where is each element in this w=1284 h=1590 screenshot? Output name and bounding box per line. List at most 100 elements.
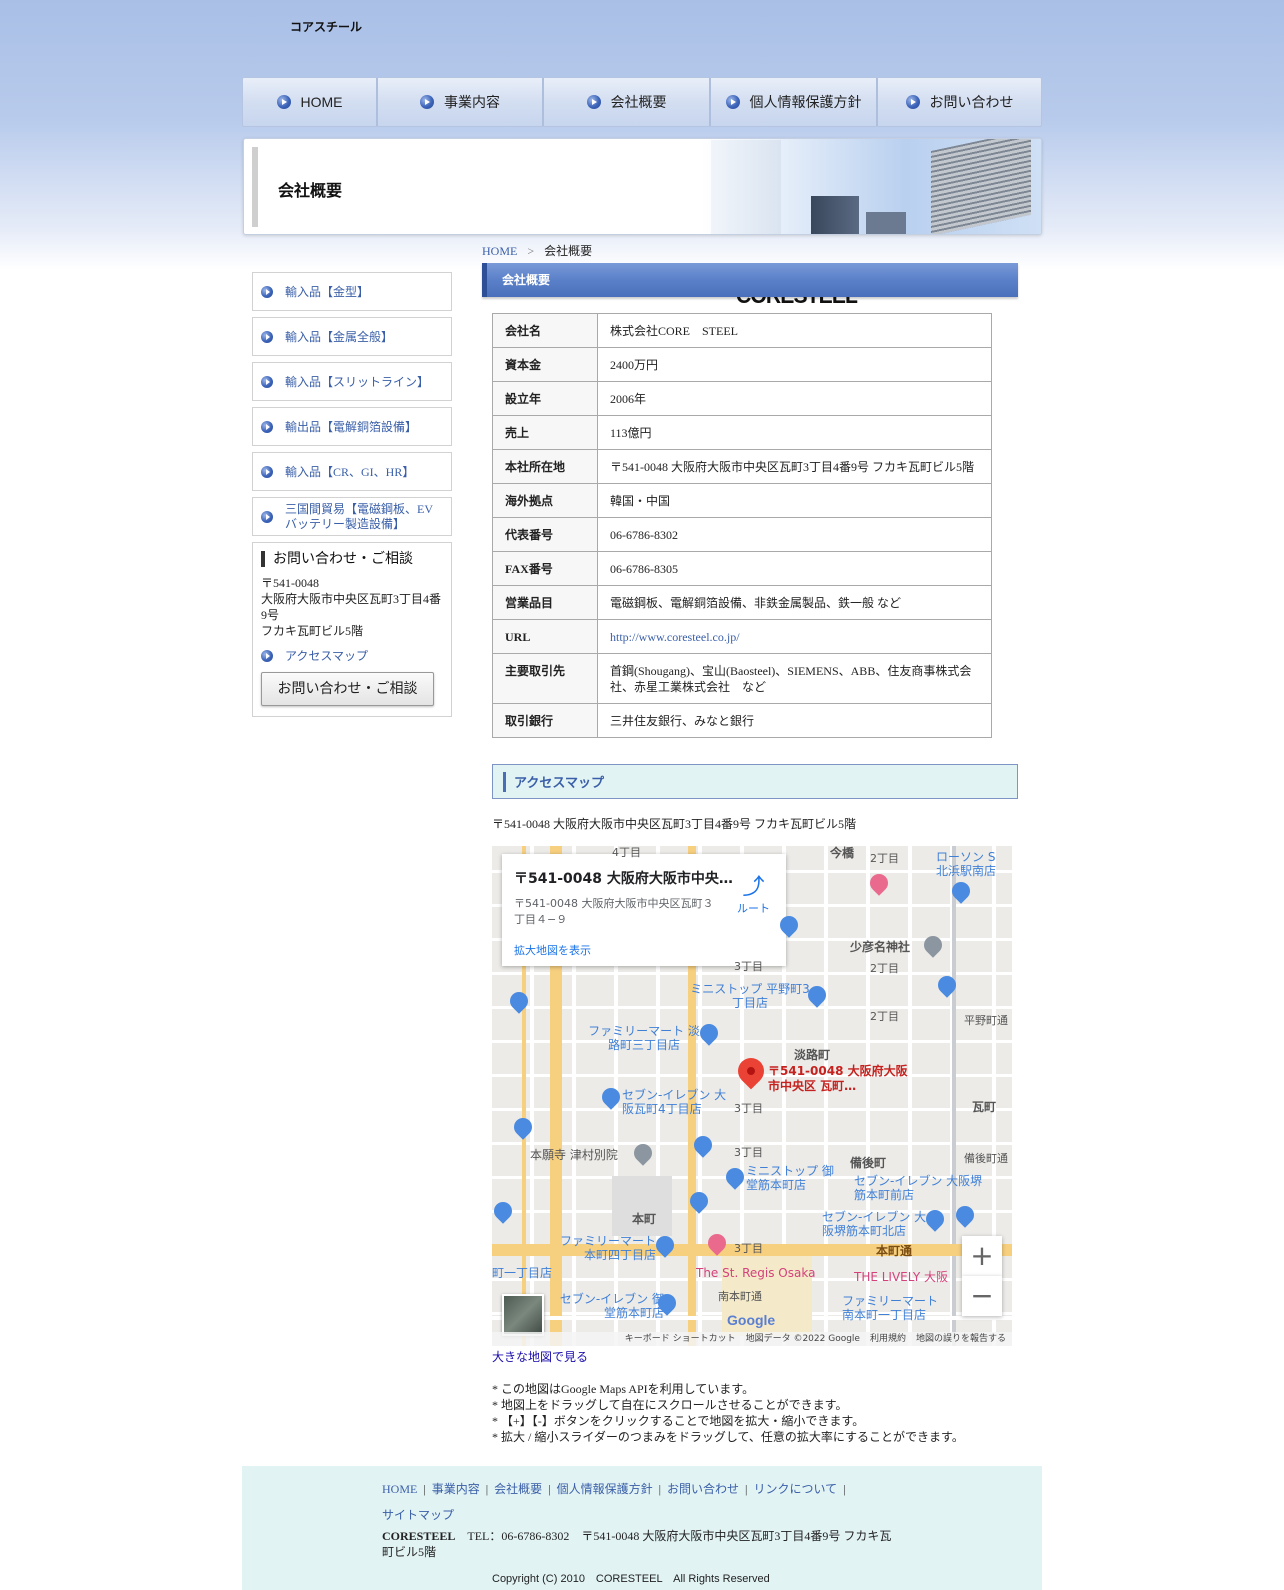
arrow-circle-icon <box>420 95 434 109</box>
row-value: 06-6786-8302 <box>597 517 992 552</box>
map-label: 備後町通 <box>964 1152 1008 1165</box>
arrow-circle-icon <box>261 649 273 662</box>
footer-link-home[interactable]: HOME <box>382 1482 417 1496</box>
row-label: 売上 <box>492 415 598 450</box>
keyboard-shortcuts-link[interactable]: キーボード ショートカット <box>625 1332 736 1346</box>
sidebar-item-label: 三国間貿易【電磁鋼板、EV バッテリー製造設備】 <box>285 501 433 531</box>
nav-company[interactable]: 会社概要 <box>544 78 711 126</box>
row-value: 首鋼(Shougang)、宝山(Baosteel)、SIEMENS、ABB、住友… <box>597 653 992 704</box>
footer-link-sitemap[interactable]: サイトマップ <box>382 1508 454 1522</box>
map-label: THE LIVELY 大阪 <box>854 1270 949 1284</box>
sidebar-item-slitline[interactable]: 輸入品【スリットライン】 <box>252 362 452 401</box>
footer-link-contact[interactable]: お問い合わせ <box>667 1482 739 1496</box>
google-map[interactable]: 〒541-0048 大阪府大阪市中央… 〒541-0048 大阪府大阪市中央区瓦… <box>492 846 1012 1346</box>
map-label: 淡路町 <box>794 1048 831 1062</box>
map-label: 本町 <box>632 1212 657 1226</box>
sidebar-item-copperfoil[interactable]: 輸出品【電解銅箔設備】 <box>252 407 452 446</box>
row-label: 営業品目 <box>492 585 598 620</box>
transit-icon[interactable] <box>506 988 532 1014</box>
contact-button[interactable]: お問い合わせ・ご相談 <box>261 672 434 706</box>
nav-home[interactable]: HOME <box>243 78 378 126</box>
row-value: 三井住友銀行、みなと銀行 <box>597 703 992 738</box>
company-url-link[interactable]: http://www.coresteel.co.jp/ <box>610 630 740 644</box>
map-label: ファミリーマート 南本町一丁目店 <box>842 1294 939 1322</box>
page-banner: 会社概要 <box>243 138 1042 235</box>
store-icon[interactable] <box>722 1164 748 1190</box>
map-label: セブン-イレブン 大阪堺筋本町前店 <box>854 1174 983 1202</box>
report-error-link[interactable]: 地図の誤りを報告する <box>916 1332 1006 1346</box>
arrow-circle-icon <box>261 375 273 388</box>
building-photo <box>701 139 1041 234</box>
transit-icon[interactable] <box>492 1198 516 1224</box>
map-route-button[interactable]: ⤴ ルート <box>737 876 770 916</box>
company-info-table: 会社名 株式会社CORE STEEL 資本金 2400万円 設立年 2006年 売上 1… <box>492 313 992 738</box>
copyright: Copyright (C) 2010 CORESTEEL All Rights … <box>492 1573 770 1585</box>
breadcrumb-home[interactable]: HOME <box>482 244 517 258</box>
temple-icon[interactable] <box>630 1140 656 1166</box>
access-address: 〒541-0048 大阪府大阪市中央区瓦町3丁目4番9号 フカキ瓦町ビル5階 <box>492 817 856 831</box>
banner-accent-bar <box>252 147 258 227</box>
row-label: FAX番号 <box>492 551 598 586</box>
sidebar-item-cr-gi-hr[interactable]: 輸入品【CR、GI、HR】 <box>252 452 452 491</box>
row-label: 代表番号 <box>492 517 598 552</box>
footer-link-company[interactable]: 会社概要 <box>494 1482 542 1496</box>
nav-business[interactable]: 事業内容 <box>378 78 544 126</box>
map-label: ファミリーマート 本町四丁目店 <box>559 1234 656 1262</box>
contact-address: 大阪府大阪市中央区瓦町3丁目4番9号 <box>261 592 442 622</box>
sidebar-item-molds[interactable]: 輸入品【金型】 <box>252 272 452 311</box>
table-row: 代表番号 06-6786-8302 <box>492 517 992 552</box>
sidebar-item-triangular-trade[interactable]: 三国間貿易【電磁鋼板、EV バッテリー製造設備】 <box>252 497 452 536</box>
row-label: 主要取引先 <box>492 653 598 704</box>
terms-link[interactable]: 利用規約 <box>870 1332 906 1346</box>
access-map-link[interactable]: アクセスマップ <box>261 647 443 664</box>
map-info-card: 〒541-0048 大阪府大阪市中央… 〒541-0048 大阪府大阪市中央区瓦… <box>502 854 786 966</box>
map-label: 備後町 <box>850 1156 887 1170</box>
row-value: 06-6786-8305 <box>597 551 992 586</box>
store-icon[interactable] <box>598 1084 624 1110</box>
arrow-circle-icon <box>261 330 273 343</box>
nav-label: 事業内容 <box>444 95 500 111</box>
footer-link-privacy[interactable]: 個人情報保護方針 <box>557 1482 653 1496</box>
site-logo[interactable]: CORESTEEL コアスチール <box>254 20 858 307</box>
map-label: 本願寺 津村別院 <box>530 1148 618 1162</box>
nav-privacy[interactable]: 個人情報保護方針 <box>711 78 878 126</box>
transit-icon[interactable] <box>952 1202 978 1228</box>
map-attribution: キーボード ショートカット 地図データ ©2022 Google 利用規約 地図… <box>492 1332 1012 1346</box>
zoom-in-button[interactable]: + <box>962 1236 1002 1276</box>
breadcrumb-separator: > <box>527 244 535 258</box>
map-marker-icon[interactable] <box>732 1052 770 1090</box>
row-label: 海外拠点 <box>492 483 598 518</box>
note-line: * 【+】【-】ボタンをクリックすることで地図を拡大・縮小できます。 <box>492 1414 865 1428</box>
row-label: 会社名 <box>492 313 598 348</box>
sidebar-item-label: 輸出品【電解銅箔設備】 <box>285 420 418 434</box>
row-value: 2400万円 <box>597 347 992 382</box>
table-row: 本社所在地 〒541-0048 大阪府大阪市中央区瓦町3丁目4番9号 フカキ瓦町ビ… <box>492 449 992 484</box>
map-label: 4丁目 <box>612 846 641 859</box>
map-label: セブン-イレブン 御堂筋本町店 <box>559 1292 664 1320</box>
map-label: 瓦町 <box>972 1100 997 1114</box>
row-value: 113億円 <box>597 415 992 450</box>
google-logo: Google <box>727 1312 776 1328</box>
nav-contact[interactable]: お問い合わせ <box>878 78 1041 126</box>
shrine-icon[interactable] <box>920 932 946 958</box>
footer-link-links[interactable]: リンクについて <box>753 1482 837 1496</box>
map-expand-link[interactable]: 拡大地図を表示 <box>514 942 591 958</box>
access-map-heading: アクセスマップ <box>492 764 1018 799</box>
arrow-circle-icon <box>261 465 273 478</box>
map-label: 3丁目 <box>734 960 763 973</box>
map-card-title: 〒541-0048 大阪府大阪市中央… <box>514 871 733 887</box>
sidebar: 輸入品【金型】 輸入品【金属全般】 輸入品【スリットライン】 輸出品【電解銅箔設… <box>252 272 452 717</box>
table-row: 取引銀行 三井住友銀行、みなと銀行 <box>492 703 992 738</box>
footer-link-business[interactable]: 事業内容 <box>432 1482 480 1496</box>
zoom-out-button[interactable]: − <box>962 1276 1002 1316</box>
transit-icon[interactable] <box>510 1114 536 1140</box>
map-label: 平野町通 <box>964 1014 1008 1027</box>
hotel-icon[interactable] <box>866 870 892 896</box>
arrow-circle-icon <box>261 510 273 523</box>
sidebar-item-metals[interactable]: 輸入品【金属全般】 <box>252 317 452 356</box>
satellite-toggle[interactable] <box>502 1294 544 1336</box>
arrow-circle-icon <box>261 285 273 298</box>
map-label: The St. Regis Osaka <box>696 1266 816 1280</box>
big-map-link[interactable]: 大きな地図で見る <box>492 1348 1018 1365</box>
nav-label: お問い合わせ <box>929 95 1014 111</box>
